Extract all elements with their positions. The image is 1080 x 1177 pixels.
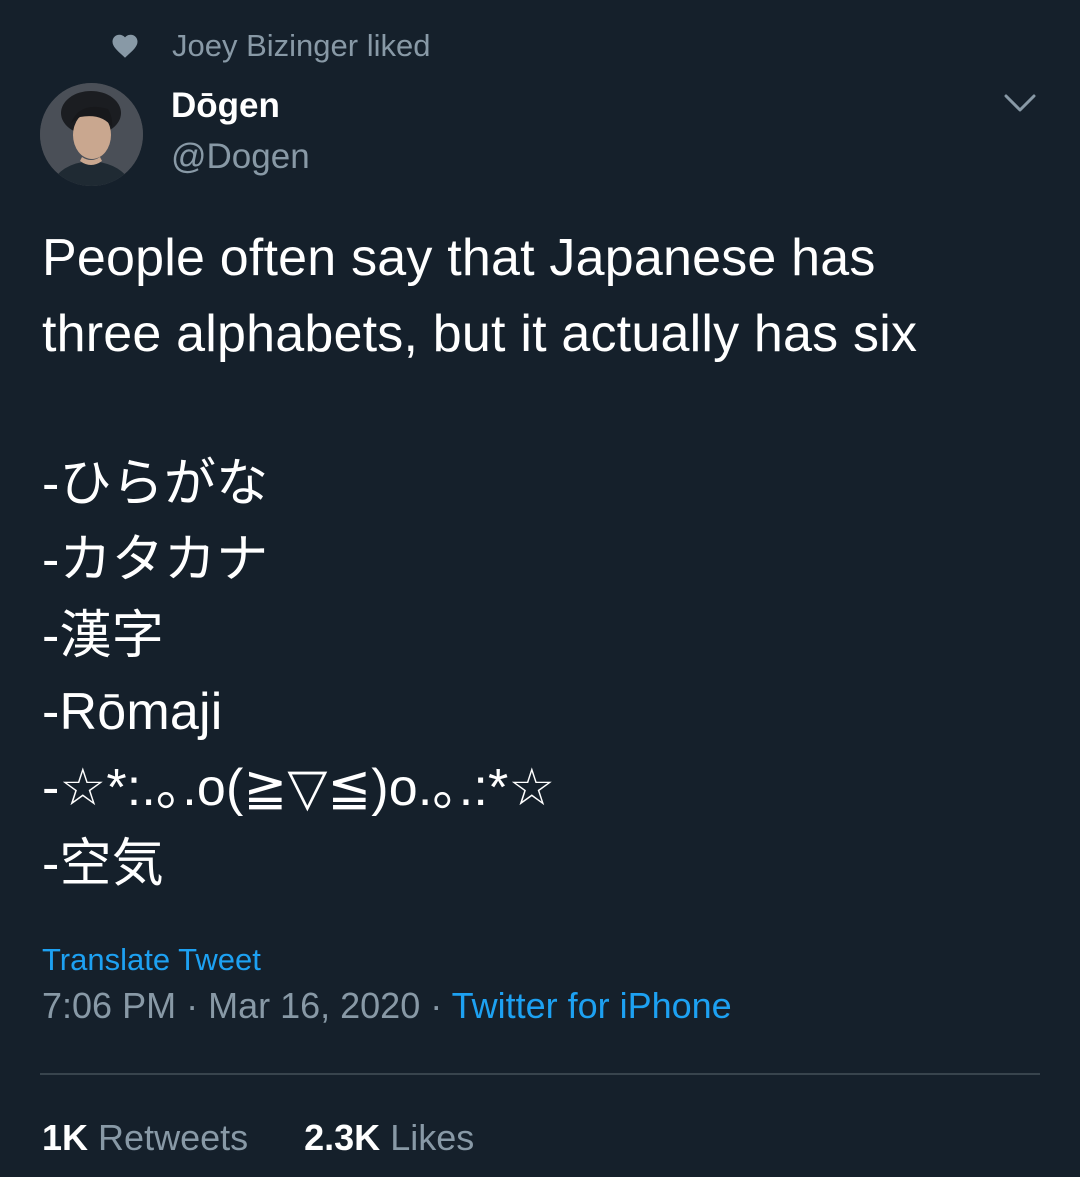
retweets-count: 1K <box>42 1117 89 1158</box>
tweet-line: -☆*:.｡.o(≧▽≦)o.｡.:*☆ <box>42 759 556 817</box>
author-handle[interactable]: @Dogen <box>171 137 310 177</box>
tweet-stats: 1K Retweets 2.3K Likes <box>42 1117 520 1159</box>
social-context-text: Joey Bizinger liked <box>172 28 431 63</box>
divider <box>40 1073 1040 1075</box>
tweet-text: People often say that Japanese has three… <box>42 220 1052 902</box>
retweets-stat[interactable]: 1K Retweets <box>42 1117 248 1159</box>
likes-count: 2.3K <box>304 1117 381 1158</box>
chevron-down-icon[interactable] <box>1000 88 1040 120</box>
retweets-label: Retweets <box>98 1117 249 1158</box>
tweet-source-link[interactable]: Twitter for iPhone <box>452 985 732 1026</box>
meta-separator: · <box>420 985 452 1026</box>
tweet-meta: 7:06 PM · Mar 16, 2020 · Twitter for iPh… <box>42 985 732 1027</box>
likes-stat[interactable]: 2.3K Likes <box>304 1117 474 1159</box>
likes-label: Likes <box>390 1117 475 1158</box>
translate-tweet-link[interactable]: Translate Tweet <box>42 942 261 978</box>
tweet-line: -空気 <box>42 835 164 893</box>
tweet-line: -Rōmaji <box>42 683 223 741</box>
tweet-line: -ひらがな <box>42 455 269 513</box>
tweet-line: -漢字 <box>42 607 164 665</box>
tweet-line: -カタカナ <box>42 531 269 589</box>
heart-icon <box>110 31 140 61</box>
social-context[interactable]: Joey Bizinger liked <box>110 24 430 68</box>
tweet-date[interactable]: Mar 16, 2020 <box>208 985 420 1026</box>
avatar[interactable] <box>40 83 143 186</box>
tweet-line: three alphabets, but it actually has six <box>42 305 918 363</box>
tweet-time[interactable]: 7:06 PM <box>42 985 176 1026</box>
author-name[interactable]: Dōgen <box>171 86 280 126</box>
tweet-line: People often say that Japanese has <box>42 229 876 287</box>
meta-separator: · <box>176 985 209 1026</box>
